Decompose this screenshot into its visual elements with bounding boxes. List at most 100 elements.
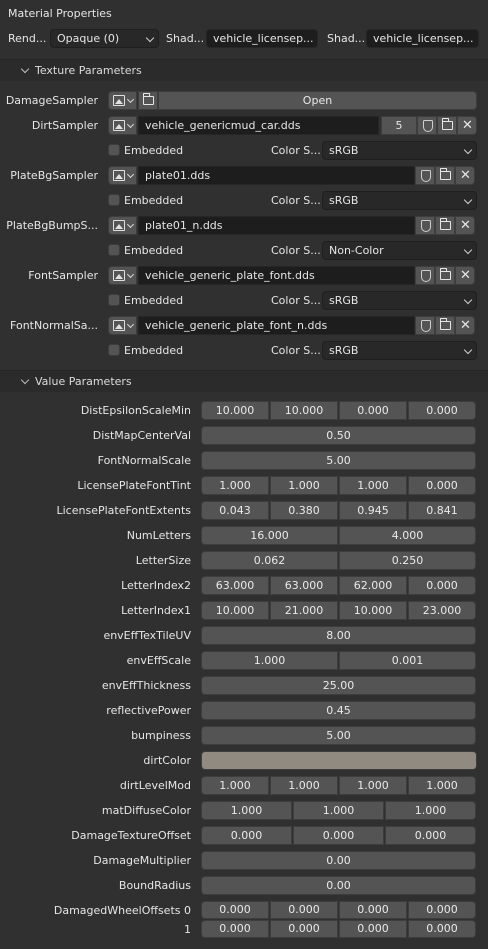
param-value-field[interactable]: 0.00 [201, 876, 476, 895]
param-value-field[interactable]: 1.000 [293, 801, 384, 820]
param-value-field[interactable]: 0.000 [385, 826, 476, 845]
open-button[interactable]: Open [158, 91, 477, 110]
param-value-field[interactable]: 0.043 [201, 501, 269, 520]
embedded-checkbox[interactable] [108, 144, 120, 156]
color-space-value: sRGB [329, 144, 359, 157]
fake-user-button[interactable] [415, 316, 435, 335]
fake-user-button[interactable] [415, 266, 435, 285]
color-space-dropdown[interactable]: sRGB [322, 291, 477, 310]
param-value-field[interactable]: 10.000 [339, 601, 407, 620]
fake-user-button[interactable] [415, 166, 435, 185]
embedded-checkbox[interactable] [108, 194, 120, 206]
param-value-field[interactable]: 0.00 [201, 851, 476, 870]
open-folder-button[interactable] [138, 91, 158, 110]
fake-user-button[interactable] [415, 216, 435, 235]
param-value-field[interactable]: 21.000 [270, 601, 338, 620]
texture-file-field[interactable]: vehicle_generic_plate_font.dds [138, 266, 415, 285]
texture-file-field[interactable]: plate01.dds [138, 166, 415, 185]
param-value-field[interactable]: 0.000 [201, 920, 269, 938]
param-value-field[interactable]: 1.000 [270, 776, 338, 795]
value-parameters-header[interactable]: Value Parameters [0, 370, 488, 392]
param-value-field[interactable]: 1.000 [201, 476, 269, 495]
param-value-field[interactable]: 4.000 [339, 526, 476, 545]
open-folder-button[interactable] [435, 166, 455, 185]
param-value-field[interactable]: 62.000 [339, 576, 407, 595]
param-value-field[interactable]: 0.000 [408, 576, 476, 595]
color-space-dropdown[interactable]: sRGB [322, 341, 477, 360]
texture-browse-button[interactable] [108, 216, 137, 235]
embedded-checkbox[interactable] [108, 344, 120, 356]
param-value-field[interactable]: 23.000 [408, 601, 476, 620]
param-value-field[interactable]: 63.000 [201, 576, 269, 595]
param-value-field[interactable]: 0.062 [201, 551, 338, 570]
texture-browse-button[interactable] [108, 166, 137, 185]
texture-browse-button[interactable] [108, 91, 137, 110]
param-value-field[interactable]: 1.000 [339, 476, 407, 495]
shader-field-2[interactable]: vehicle_licensep... [366, 29, 479, 48]
param-value-field[interactable]: 1.000 [201, 651, 338, 670]
param-value-field[interactable]: 63.000 [270, 576, 338, 595]
unlink-button[interactable]: ✕ [457, 116, 477, 135]
open-folder-button[interactable] [437, 116, 457, 135]
texture-file-field[interactable]: vehicle_genericmud_car.dds [138, 116, 379, 135]
param-value-field[interactable]: 0.45 [201, 701, 476, 720]
param-value-field[interactable]: 10.000 [201, 601, 269, 620]
texture-browse-button[interactable] [108, 316, 137, 335]
param-value-field[interactable]: 0.000 [270, 920, 338, 938]
texture-parameters-header[interactable]: Texture Parameters [0, 59, 488, 81]
param-value-field[interactable]: 0.000 [408, 401, 476, 420]
render-mode-dropdown[interactable]: Opaque (0) [50, 29, 159, 48]
texture-file-field[interactable]: vehicle_generic_plate_font_n.dds [138, 316, 415, 335]
fake-user-button[interactable] [417, 116, 437, 135]
param-value-field[interactable]: 0.000 [293, 826, 384, 845]
param-value-field[interactable]: 0.000 [408, 476, 476, 495]
embedded-checkbox[interactable] [108, 244, 120, 256]
param-value-field[interactable]: 1.000 [408, 776, 476, 795]
param-value-field[interactable]: 0.380 [270, 501, 338, 520]
texture-users-count[interactable]: 5 [381, 116, 417, 135]
param-value-field[interactable]: 0.000 [201, 826, 292, 845]
image-icon [113, 220, 125, 231]
param-value-field[interactable]: 0.000 [201, 901, 269, 919]
param-value-field[interactable]: 1.000 [339, 776, 407, 795]
open-folder-button[interactable] [435, 316, 455, 335]
unlink-button[interactable]: ✕ [455, 166, 475, 185]
shader-field-1[interactable]: vehicle_licensep... [206, 29, 318, 48]
texture-browse-button[interactable] [108, 116, 137, 135]
param-value-field[interactable]: 5.00 [201, 726, 476, 745]
param-value-field[interactable]: 0.50 [201, 426, 476, 445]
param-value-field[interactable]: 0.000 [408, 920, 476, 938]
param-value-field[interactable]: 8.00 [201, 626, 476, 645]
param-value-field[interactable]: 0.000 [339, 401, 407, 420]
param-value-field[interactable]: 0.841 [408, 501, 476, 520]
param-value-field[interactable]: 1.000 [201, 801, 292, 820]
texture-browse-button[interactable] [108, 266, 137, 285]
param-value-field[interactable]: 25.00 [201, 676, 476, 695]
param-value-field[interactable]: 0.000 [408, 901, 476, 919]
open-folder-button[interactable] [435, 216, 455, 235]
param-value-field[interactable]: 5.00 [201, 451, 476, 470]
param-value-field[interactable]: 0.000 [270, 901, 338, 919]
open-folder-button[interactable] [435, 266, 455, 285]
unlink-button[interactable]: ✕ [455, 216, 475, 235]
color-space-dropdown[interactable]: sRGB [322, 141, 477, 160]
param-label: dirtLevelMod [119, 779, 191, 792]
texture-file-field[interactable]: plate01_n.dds [138, 216, 415, 235]
param-value-field[interactable]: 1.000 [201, 776, 269, 795]
param-value-field[interactable]: 1.000 [270, 476, 338, 495]
embedded-checkbox[interactable] [108, 294, 120, 306]
unlink-button[interactable]: ✕ [455, 266, 475, 285]
param-value-field[interactable]: 0.945 [339, 501, 407, 520]
param-value-field[interactable]: 0.250 [339, 551, 476, 570]
param-value-field[interactable]: 0.000 [339, 901, 407, 919]
unlink-button[interactable]: ✕ [455, 316, 475, 335]
param-value-field[interactable]: 10.000 [270, 401, 338, 420]
param-value-field[interactable]: 1.000 [385, 801, 476, 820]
param-value-field[interactable]: 0.001 [339, 651, 476, 670]
param-value-field[interactable]: 0.000 [339, 920, 407, 938]
param-value-field[interactable]: 16.000 [201, 526, 338, 545]
color-space-dropdown[interactable]: sRGB [322, 191, 477, 210]
param-value-field[interactable]: 10.000 [201, 401, 269, 420]
dirt-color-swatch[interactable] [201, 751, 477, 770]
color-space-dropdown[interactable]: Non-Color [322, 241, 477, 260]
